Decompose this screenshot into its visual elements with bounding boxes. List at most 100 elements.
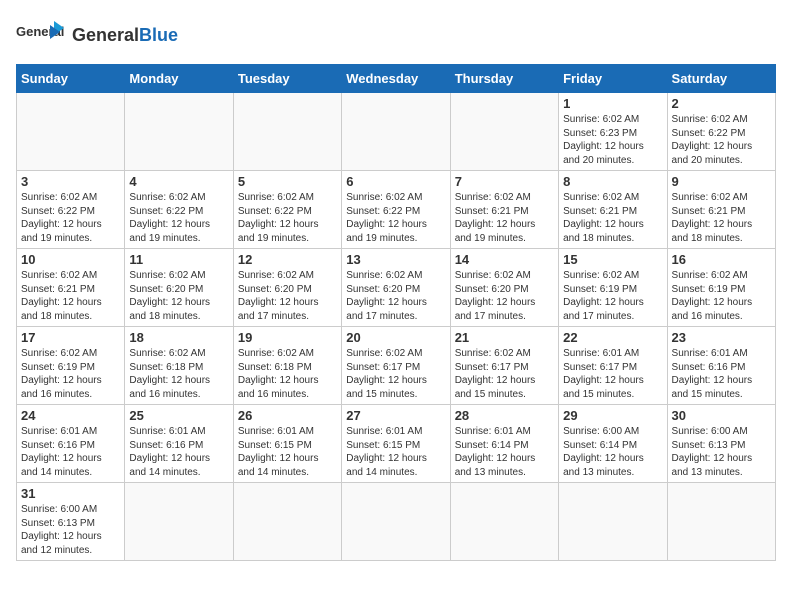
day-cell: 3 Sunrise: 6:02 AM Sunset: 6:22 PM Daylig… xyxy=(17,171,125,249)
day-cell: 22 Sunrise: 6:01 AM Sunset: 6:17 PM Dayli… xyxy=(559,327,667,405)
day-cell: 17Sunrise: 6:02 AM Sunset: 6:19 PM Dayli… xyxy=(17,327,125,405)
day-info: Sunrise: 6:02 AM Sunset: 6:20 PM Dayligh… xyxy=(129,269,228,323)
day-cell: 26 Sunrise: 6:01 AM Sunset: 6:15 PM Dayli… xyxy=(233,405,341,483)
day-info: Sunrise: 6:01 AM Sunset: 6:16 PM Dayligh… xyxy=(21,425,120,479)
day-number: 5 xyxy=(238,174,337,189)
day-info: Sunrise: 6:01 AM Sunset: 6:15 PM Dayligh… xyxy=(346,425,445,479)
week-row-5: 24 Sunrise: 6:01 AM Sunset: 6:16 PM Dayli… xyxy=(17,405,776,483)
day-info: Sunrise: 6:00 AM Sunset: 6:14 PM Dayligh… xyxy=(563,425,662,479)
weekday-header-saturday: Saturday xyxy=(667,65,775,93)
day-number: 12 xyxy=(238,252,337,267)
day-cell xyxy=(450,483,558,561)
day-cell: 4 Sunrise: 6:02 AM Sunset: 6:22 PM Daylig… xyxy=(125,171,233,249)
day-info: Sunrise: 6:02 AM Sunset: 6:17 PM Dayligh… xyxy=(346,347,445,401)
weekday-header-tuesday: Tuesday xyxy=(233,65,341,93)
day-info: Sunrise: 6:01 AM Sunset: 6:14 PM Dayligh… xyxy=(455,425,554,479)
day-cell: 15Sunrise: 6:02 AM Sunset: 6:19 PM Dayli… xyxy=(559,249,667,327)
day-number: 13 xyxy=(346,252,445,267)
day-number: 14 xyxy=(455,252,554,267)
day-number: 25 xyxy=(129,408,228,423)
day-cell xyxy=(125,483,233,561)
day-info: Sunrise: 6:02 AM Sunset: 6:21 PM Dayligh… xyxy=(672,191,771,245)
day-number: 27 xyxy=(346,408,445,423)
day-info: Sunrise: 6:02 AM Sunset: 6:21 PM Dayligh… xyxy=(21,269,120,323)
logo-general-text: General xyxy=(72,25,139,45)
day-cell: 19Sunrise: 6:02 AM Sunset: 6:18 PM Dayli… xyxy=(233,327,341,405)
day-number: 1 xyxy=(563,96,662,111)
weekday-header-sunday: Sunday xyxy=(17,65,125,93)
logo: General GeneralBlue xyxy=(16,16,178,56)
day-number: 4 xyxy=(129,174,228,189)
day-cell xyxy=(17,93,125,171)
day-info: Sunrise: 6:01 AM Sunset: 6:15 PM Dayligh… xyxy=(238,425,337,479)
day-number: 20 xyxy=(346,330,445,345)
day-info: Sunrise: 6:02 AM Sunset: 6:17 PM Dayligh… xyxy=(455,347,554,401)
day-number: 11 xyxy=(129,252,228,267)
day-info: Sunrise: 6:02 AM Sunset: 6:20 PM Dayligh… xyxy=(455,269,554,323)
weekday-header-friday: Friday xyxy=(559,65,667,93)
day-cell: 29 Sunrise: 6:00 AM Sunset: 6:14 PM Dayli… xyxy=(559,405,667,483)
day-cell: 28 Sunrise: 6:01 AM Sunset: 6:14 PM Dayli… xyxy=(450,405,558,483)
day-info: Sunrise: 6:02 AM Sunset: 6:22 PM Dayligh… xyxy=(21,191,120,245)
day-number: 10 xyxy=(21,252,120,267)
day-number: 26 xyxy=(238,408,337,423)
day-number: 9 xyxy=(672,174,771,189)
day-cell xyxy=(342,93,450,171)
day-cell: 23Sunrise: 6:01 AM Sunset: 6:16 PM Dayli… xyxy=(667,327,775,405)
day-info: Sunrise: 6:01 AM Sunset: 6:16 PM Dayligh… xyxy=(129,425,228,479)
day-number: 28 xyxy=(455,408,554,423)
day-cell xyxy=(450,93,558,171)
day-info: Sunrise: 6:01 AM Sunset: 6:17 PM Dayligh… xyxy=(563,347,662,401)
day-info: Sunrise: 6:02 AM Sunset: 6:22 PM Dayligh… xyxy=(129,191,228,245)
day-info: Sunrise: 6:02 AM Sunset: 6:21 PM Dayligh… xyxy=(563,191,662,245)
header: General GeneralBlue xyxy=(16,16,776,56)
day-cell: 1 Sunrise: 6:02 AM Sunset: 6:23 PM Daylig… xyxy=(559,93,667,171)
day-cell: 7Sunrise: 6:02 AM Sunset: 6:21 PM Daylig… xyxy=(450,171,558,249)
day-cell xyxy=(233,483,341,561)
day-number: 16 xyxy=(672,252,771,267)
week-row-6: 31Sunrise: 6:00 AM Sunset: 6:13 PM Dayli… xyxy=(17,483,776,561)
day-cell xyxy=(559,483,667,561)
day-number: 22 xyxy=(563,330,662,345)
day-info: Sunrise: 6:02 AM Sunset: 6:18 PM Dayligh… xyxy=(129,347,228,401)
day-info: Sunrise: 6:02 AM Sunset: 6:20 PM Dayligh… xyxy=(238,269,337,323)
day-number: 2 xyxy=(672,96,771,111)
day-cell: 27 Sunrise: 6:01 AM Sunset: 6:15 PM Dayli… xyxy=(342,405,450,483)
day-cell: 2Sunrise: 6:02 AM Sunset: 6:22 PM Daylig… xyxy=(667,93,775,171)
day-cell: 12 Sunrise: 6:02 AM Sunset: 6:20 PM Dayli… xyxy=(233,249,341,327)
day-number: 24 xyxy=(21,408,120,423)
day-number: 7 xyxy=(455,174,554,189)
day-number: 3 xyxy=(21,174,120,189)
weekday-header-thursday: Thursday xyxy=(450,65,558,93)
day-cell: 6Sunrise: 6:02 AM Sunset: 6:22 PM Daylig… xyxy=(342,171,450,249)
week-row-3: 10 Sunrise: 6:02 AM Sunset: 6:21 PM Dayli… xyxy=(17,249,776,327)
day-info: Sunrise: 6:00 AM Sunset: 6:13 PM Dayligh… xyxy=(21,503,120,557)
day-cell xyxy=(342,483,450,561)
day-info: Sunrise: 6:02 AM Sunset: 6:23 PM Dayligh… xyxy=(563,113,662,167)
day-cell xyxy=(667,483,775,561)
week-row-4: 17Sunrise: 6:02 AM Sunset: 6:19 PM Dayli… xyxy=(17,327,776,405)
day-number: 29 xyxy=(563,408,662,423)
day-cell: 14 Sunrise: 6:02 AM Sunset: 6:20 PM Dayli… xyxy=(450,249,558,327)
day-info: Sunrise: 6:00 AM Sunset: 6:13 PM Dayligh… xyxy=(672,425,771,479)
day-cell: 9 Sunrise: 6:02 AM Sunset: 6:21 PM Daylig… xyxy=(667,171,775,249)
day-cell: 5Sunrise: 6:02 AM Sunset: 6:22 PM Daylig… xyxy=(233,171,341,249)
day-cell: 13Sunrise: 6:02 AM Sunset: 6:20 PM Dayli… xyxy=(342,249,450,327)
day-number: 8 xyxy=(563,174,662,189)
day-cell: 20 Sunrise: 6:02 AM Sunset: 6:17 PM Dayli… xyxy=(342,327,450,405)
day-cell xyxy=(233,93,341,171)
logo-svg: General xyxy=(16,16,66,56)
day-number: 15 xyxy=(563,252,662,267)
day-info: Sunrise: 6:01 AM Sunset: 6:16 PM Dayligh… xyxy=(672,347,771,401)
day-cell: 24 Sunrise: 6:01 AM Sunset: 6:16 PM Dayli… xyxy=(17,405,125,483)
day-cell: 18 Sunrise: 6:02 AM Sunset: 6:18 PM Dayli… xyxy=(125,327,233,405)
day-info: Sunrise: 6:02 AM Sunset: 6:18 PM Dayligh… xyxy=(238,347,337,401)
day-cell: 21Sunrise: 6:02 AM Sunset: 6:17 PM Dayli… xyxy=(450,327,558,405)
day-cell: 25 Sunrise: 6:01 AM Sunset: 6:16 PM Dayli… xyxy=(125,405,233,483)
weekday-header-row: SundayMondayTuesdayWednesdayThursdayFrid… xyxy=(17,65,776,93)
day-number: 30 xyxy=(672,408,771,423)
weekday-header-wednesday: Wednesday xyxy=(342,65,450,93)
day-number: 18 xyxy=(129,330,228,345)
day-cell: 31Sunrise: 6:00 AM Sunset: 6:13 PM Dayli… xyxy=(17,483,125,561)
day-cell: 8 Sunrise: 6:02 AM Sunset: 6:21 PM Daylig… xyxy=(559,171,667,249)
